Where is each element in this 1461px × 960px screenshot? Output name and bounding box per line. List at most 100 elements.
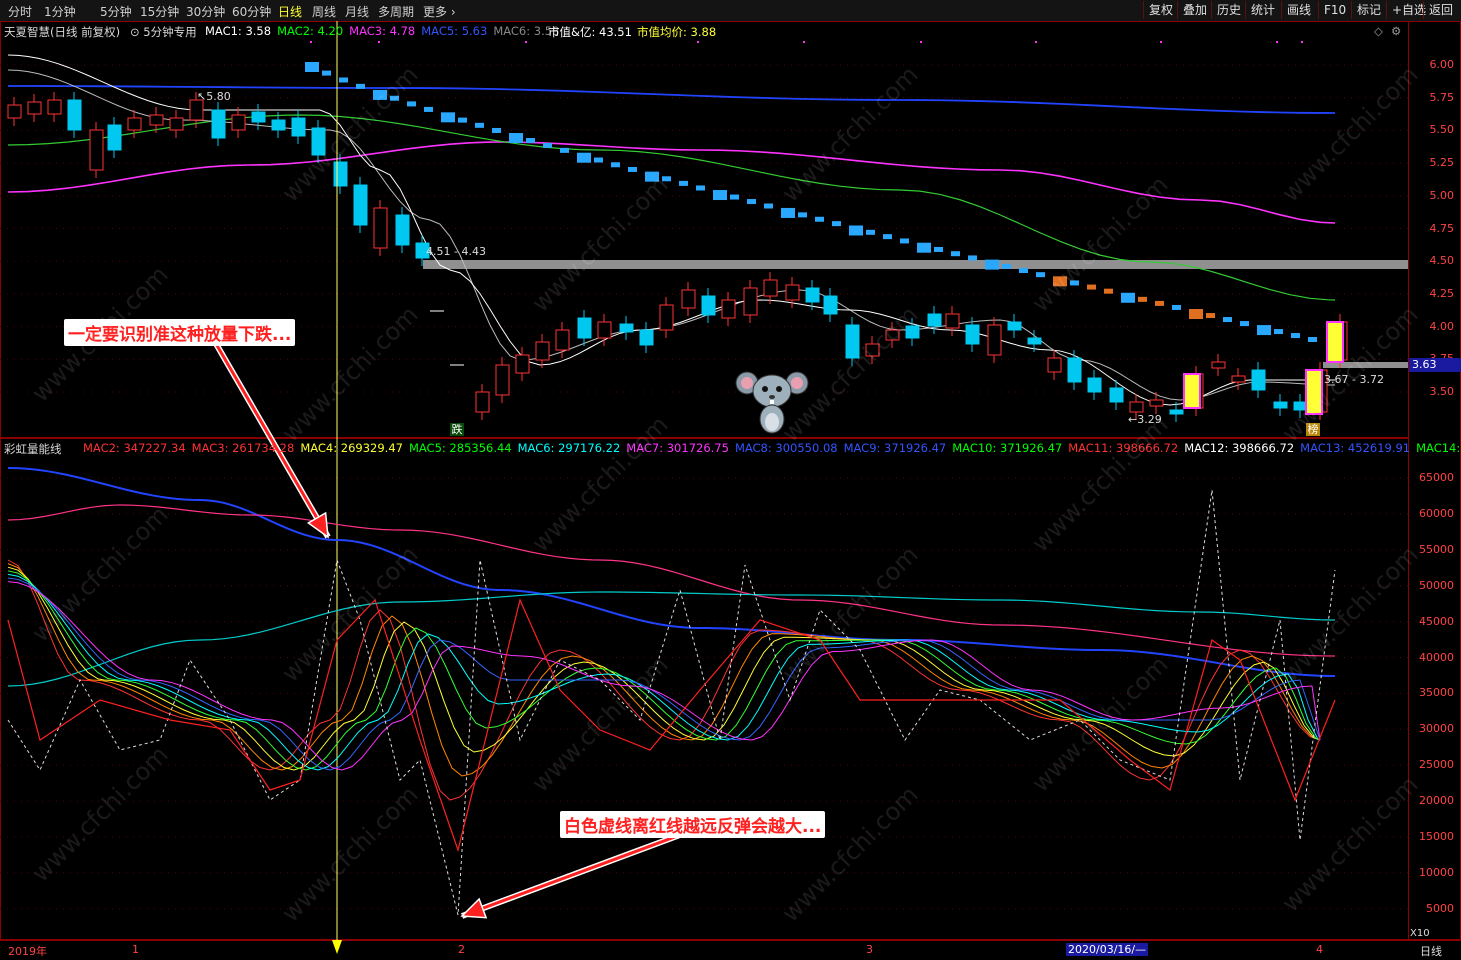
time-label-3: 3 bbox=[866, 943, 873, 956]
settings-icon[interactable]: ⚙ bbox=[1391, 24, 1401, 38]
step-line-marker bbox=[322, 70, 331, 76]
step-line-marker bbox=[883, 234, 892, 240]
step-line-marker bbox=[594, 157, 603, 163]
step-line-marker bbox=[1155, 300, 1164, 306]
bang-tag: 榜 bbox=[1306, 423, 1320, 436]
stock-title: 天夏智慧(日线 前复权) bbox=[4, 25, 121, 39]
step-line-marker bbox=[1223, 317, 1232, 323]
candle-body bbox=[1273, 401, 1288, 409]
candle-body bbox=[885, 329, 900, 341]
volume-ma-label-3: MAC4: 269329.47 bbox=[300, 441, 403, 455]
rainbow-line bbox=[7, 563, 1321, 777]
volume-ma-label-1: MAC2: 347227.34 bbox=[83, 441, 186, 455]
volume-ma-label-6: MAC7: 301726.75 bbox=[626, 441, 729, 455]
rainbow-line bbox=[7, 577, 1321, 771]
event-dot bbox=[803, 41, 805, 43]
candle-body bbox=[1251, 369, 1266, 391]
step-line-marker bbox=[1104, 288, 1113, 294]
step-line-marker bbox=[679, 180, 688, 186]
candle-body bbox=[1231, 375, 1246, 383]
step-line-marker bbox=[815, 216, 824, 222]
candle-body bbox=[251, 111, 266, 123]
candle-body bbox=[107, 124, 122, 151]
candle-body bbox=[1027, 337, 1042, 345]
candle-body bbox=[1087, 377, 1102, 393]
candle-body bbox=[1149, 399, 1164, 407]
candle-body bbox=[701, 295, 716, 316]
annotation-top: 一定要识别准这种放量下跌... bbox=[64, 319, 296, 346]
candle-body bbox=[271, 119, 286, 131]
white-dashed-line bbox=[7, 489, 1336, 916]
step-line-marker bbox=[373, 89, 387, 100]
vol-ma-blue-line bbox=[7, 467, 1336, 677]
candle-body bbox=[395, 214, 410, 246]
indicator-selector[interactable]: ⊙ 5分钟专用 bbox=[130, 24, 197, 40]
event-dot bbox=[1276, 41, 1278, 43]
candle-body bbox=[7, 104, 22, 119]
time-cursor-date: 2020/03/16/— bbox=[1066, 943, 1149, 956]
event-dot bbox=[1160, 41, 1162, 43]
step-line-marker bbox=[1087, 284, 1096, 290]
ma-magenta-line bbox=[7, 141, 1336, 224]
candle-body bbox=[189, 99, 204, 121]
candle-body bbox=[597, 321, 612, 339]
volume-axis-tick: 5000 bbox=[1426, 901, 1454, 915]
time-label-4: 4 bbox=[1316, 943, 1323, 956]
volume-axis-tick: 50000 bbox=[1419, 578, 1454, 592]
highlight-candle bbox=[1183, 373, 1201, 409]
dropdown-icon: ⊙ bbox=[130, 25, 140, 39]
annotation-bottom: 白色虚线离红线越远反弹会越大... bbox=[560, 811, 826, 838]
event-dot bbox=[525, 41, 527, 43]
time-label-year: 2019年 bbox=[8, 945, 47, 958]
candle-body bbox=[577, 317, 592, 339]
step-line-marker bbox=[730, 194, 739, 200]
step-line-marker bbox=[764, 203, 773, 209]
candle-body bbox=[659, 304, 674, 331]
step-line-marker bbox=[1121, 292, 1135, 303]
volume-ma-label-13: MAC14: 4528 bbox=[1416, 441, 1461, 455]
price-ma-label-3: MAC3: 4.78 bbox=[349, 24, 416, 38]
event-dot bbox=[378, 41, 380, 43]
candle-body bbox=[555, 329, 570, 351]
volume-ma-label-11: MAC12: 398666.72 bbox=[1184, 441, 1295, 455]
event-dot bbox=[310, 41, 312, 43]
step-line-marker bbox=[560, 147, 569, 153]
candle-body bbox=[291, 117, 306, 137]
volume-axis-tick: 65000 bbox=[1419, 471, 1454, 484]
candle-body bbox=[1007, 321, 1022, 331]
step-line-marker bbox=[611, 162, 620, 168]
time-label-1: 1 bbox=[132, 943, 139, 956]
step-line-marker bbox=[390, 95, 399, 101]
candle-body bbox=[333, 161, 348, 187]
volume-axis-tick: 20000 bbox=[1419, 794, 1454, 808]
step-line-marker bbox=[492, 127, 501, 133]
candle-body bbox=[1047, 357, 1062, 373]
price-axis-tick: 5.00 bbox=[1429, 188, 1455, 202]
arrow-top-head bbox=[306, 511, 329, 539]
candle-body bbox=[149, 114, 164, 126]
candle-body bbox=[743, 287, 758, 316]
event-dot bbox=[1301, 41, 1303, 43]
diamond-icon[interactable]: ◇ bbox=[1374, 24, 1383, 38]
current-price-tag: 3.63 bbox=[1409, 358, 1461, 372]
price-axis-tick: 3.50 bbox=[1429, 385, 1455, 398]
volume-axis-tick: 25000 bbox=[1419, 758, 1454, 772]
candle-body bbox=[475, 391, 490, 413]
candle-body bbox=[169, 117, 184, 131]
volume-ma-label-4: MAC5: 285356.44 bbox=[408, 441, 512, 455]
time-axis: 2019年 1 2 3 2020/03/16/— 4 日线 X10 bbox=[0, 928, 1461, 960]
step-line-marker bbox=[1291, 333, 1300, 339]
step-line-marker bbox=[1070, 280, 1079, 286]
event-dot bbox=[1035, 41, 1037, 43]
candle-body bbox=[47, 99, 62, 115]
step-line-marker bbox=[917, 242, 931, 253]
price-axis-tick: 5.50 bbox=[1429, 123, 1455, 137]
volume-ma-legend: MAC2: 347227.34 MAC3: 261734.28 MAC4: 2693… bbox=[83, 441, 1461, 455]
mouse-mascot-icon bbox=[735, 365, 809, 437]
candle-body bbox=[865, 343, 880, 357]
die-tag: 跌 bbox=[450, 423, 464, 436]
step-line-marker bbox=[781, 207, 795, 218]
band-label: 4.51 - 4.43 bbox=[426, 245, 486, 258]
candle-body bbox=[1129, 401, 1144, 413]
arrow-bottom bbox=[461, 833, 681, 918]
